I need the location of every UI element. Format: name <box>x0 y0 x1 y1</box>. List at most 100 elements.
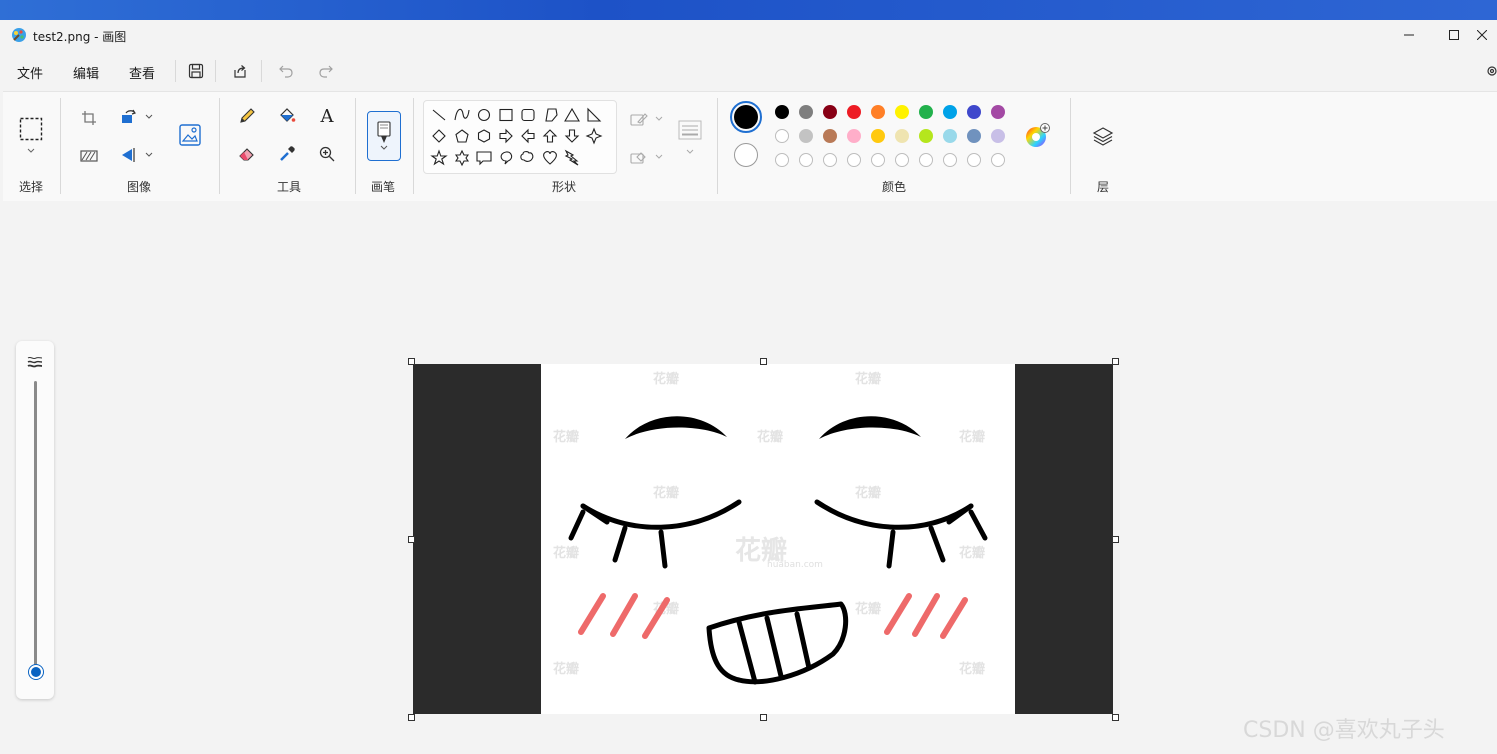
maximize-button[interactable] <box>1431 20 1477 50</box>
color-swatch[interactable] <box>919 129 933 143</box>
zoom-in-icon <box>319 146 335 162</box>
menu-edit[interactable]: 编辑 <box>73 63 99 82</box>
color-swatch[interactable] <box>991 129 1005 143</box>
selection-button[interactable] <box>13 112 49 160</box>
color-swatch[interactable] <box>775 105 789 119</box>
primary-color-button[interactable] <box>730 101 762 133</box>
custom-color-slot[interactable] <box>943 153 957 167</box>
redo-icon <box>319 65 333 78</box>
text-button[interactable]: A <box>315 104 339 128</box>
resize-icon <box>122 109 136 123</box>
minimize-icon <box>1404 34 1414 36</box>
color-swatch[interactable] <box>895 105 909 119</box>
custom-color-slot[interactable] <box>823 153 837 167</box>
crop-button[interactable] <box>77 106 101 130</box>
ribbon-separator <box>60 98 61 194</box>
color-swatch[interactable] <box>775 129 789 143</box>
shape-outline-icon <box>630 113 648 126</box>
pencil-icon <box>240 108 255 123</box>
shape-gallery-icons <box>430 107 603 167</box>
flip-button[interactable] <box>115 142 159 168</box>
hexagon-shape-icon <box>477 129 491 143</box>
five-point-star-shape-icon <box>430 149 448 166</box>
color-swatch[interactable] <box>991 105 1005 119</box>
menu-view[interactable]: 查看 <box>129 63 155 82</box>
primary-color-swatch <box>734 105 758 129</box>
rectangle-select-icon <box>19 117 43 141</box>
minimize-button[interactable] <box>1386 20 1432 50</box>
custom-color-slot[interactable] <box>991 153 1005 167</box>
color-swatch[interactable] <box>847 105 861 119</box>
redo-button[interactable] <box>313 58 339 84</box>
rounded-rectangle-shape-icon <box>521 108 535 122</box>
color-swatch[interactable] <box>871 129 885 143</box>
resize-handle-top-right[interactable] <box>1112 358 1119 365</box>
magnifier-button[interactable] <box>315 142 339 166</box>
paint-bucket-icon <box>280 108 296 122</box>
undo-button[interactable] <box>273 58 299 84</box>
resize-handle-bottom-right[interactable] <box>1112 714 1119 721</box>
shape-outline-button[interactable] <box>625 106 669 132</box>
stroke-size-icon <box>27 356 43 368</box>
share-button[interactable] <box>227 58 253 84</box>
resize-handle-bottom[interactable] <box>760 714 767 721</box>
resize-handle-right[interactable] <box>1112 536 1119 543</box>
color-swatch[interactable] <box>823 105 837 119</box>
secondary-color-button[interactable] <box>734 143 758 167</box>
color-swatch[interactable] <box>967 105 981 119</box>
diamond-shape-icon <box>432 129 446 143</box>
resize-button[interactable] <box>115 104 159 130</box>
color-swatch[interactable] <box>895 129 909 143</box>
save-button[interactable] <box>183 58 209 84</box>
fill-button[interactable] <box>275 104 299 128</box>
color-swatch[interactable] <box>823 129 837 143</box>
group-label-brushes: 画笔 <box>370 180 395 194</box>
color-swatch[interactable] <box>967 129 981 143</box>
brushes-button[interactable] <box>367 111 401 161</box>
custom-color-slot[interactable] <box>847 153 861 167</box>
six-point-star-shape-icon <box>454 149 470 167</box>
color-swatch[interactable] <box>871 105 885 119</box>
custom-color-slot[interactable] <box>871 153 885 167</box>
brush-icon <box>377 121 391 143</box>
group-label-tools: 工具 <box>276 180 301 194</box>
group-label-colors: 颜色 <box>881 180 906 194</box>
curve-shape-icon <box>454 108 470 121</box>
pencil-button[interactable] <box>235 104 259 128</box>
color-swatch[interactable] <box>919 105 933 119</box>
ribbon-separator <box>413 98 414 194</box>
color-swatch[interactable] <box>943 129 957 143</box>
rectangle-callout-shape-icon <box>476 151 492 166</box>
custom-color-slot[interactable] <box>799 153 813 167</box>
color-swatch[interactable] <box>799 105 813 119</box>
canvas-image[interactable]: 花瓣 花瓣 花瓣 花瓣 花瓣 花瓣 花瓣 花瓣 花瓣 花瓣 花瓣 花瓣 花瓣 花… <box>413 364 1113 714</box>
remove-background-icon <box>80 150 98 162</box>
custom-color-slot[interactable] <box>967 153 981 167</box>
outline-size-button[interactable] <box>675 114 705 162</box>
layers-button[interactable] <box>1089 122 1117 150</box>
edit-colors-button[interactable] <box>1023 122 1051 150</box>
color-swatch[interactable] <box>799 129 813 143</box>
eraser-button[interactable] <box>235 142 259 166</box>
resize-handle-bottom-left[interactable] <box>408 714 415 721</box>
resize-handle-top[interactable] <box>760 358 767 365</box>
settings-button[interactable] <box>1483 58 1497 84</box>
custom-color-slot[interactable] <box>919 153 933 167</box>
group-label-layers: 层 <box>1096 180 1109 194</box>
color-swatch[interactable] <box>943 105 957 119</box>
shape-fill-button[interactable] <box>625 144 669 170</box>
color-picker-button[interactable] <box>275 142 299 166</box>
menu-file[interactable]: 文件 <box>17 63 43 82</box>
shape-gallery <box>423 100 617 174</box>
color-swatch[interactable] <box>847 129 861 143</box>
close-button[interactable] <box>1477 20 1497 50</box>
image-creator-button[interactable] <box>175 120 205 150</box>
custom-color-slot[interactable] <box>895 153 909 167</box>
resize-handle-left[interactable] <box>408 536 415 543</box>
brush-size-slider-track[interactable] <box>34 381 37 671</box>
brush-size-slider-thumb[interactable] <box>29 665 43 679</box>
color-wheel-icon <box>1026 123 1050 147</box>
custom-color-slot[interactable] <box>775 153 789 167</box>
resize-handle-top-left[interactable] <box>408 358 415 365</box>
remove-background-button[interactable] <box>77 144 101 168</box>
